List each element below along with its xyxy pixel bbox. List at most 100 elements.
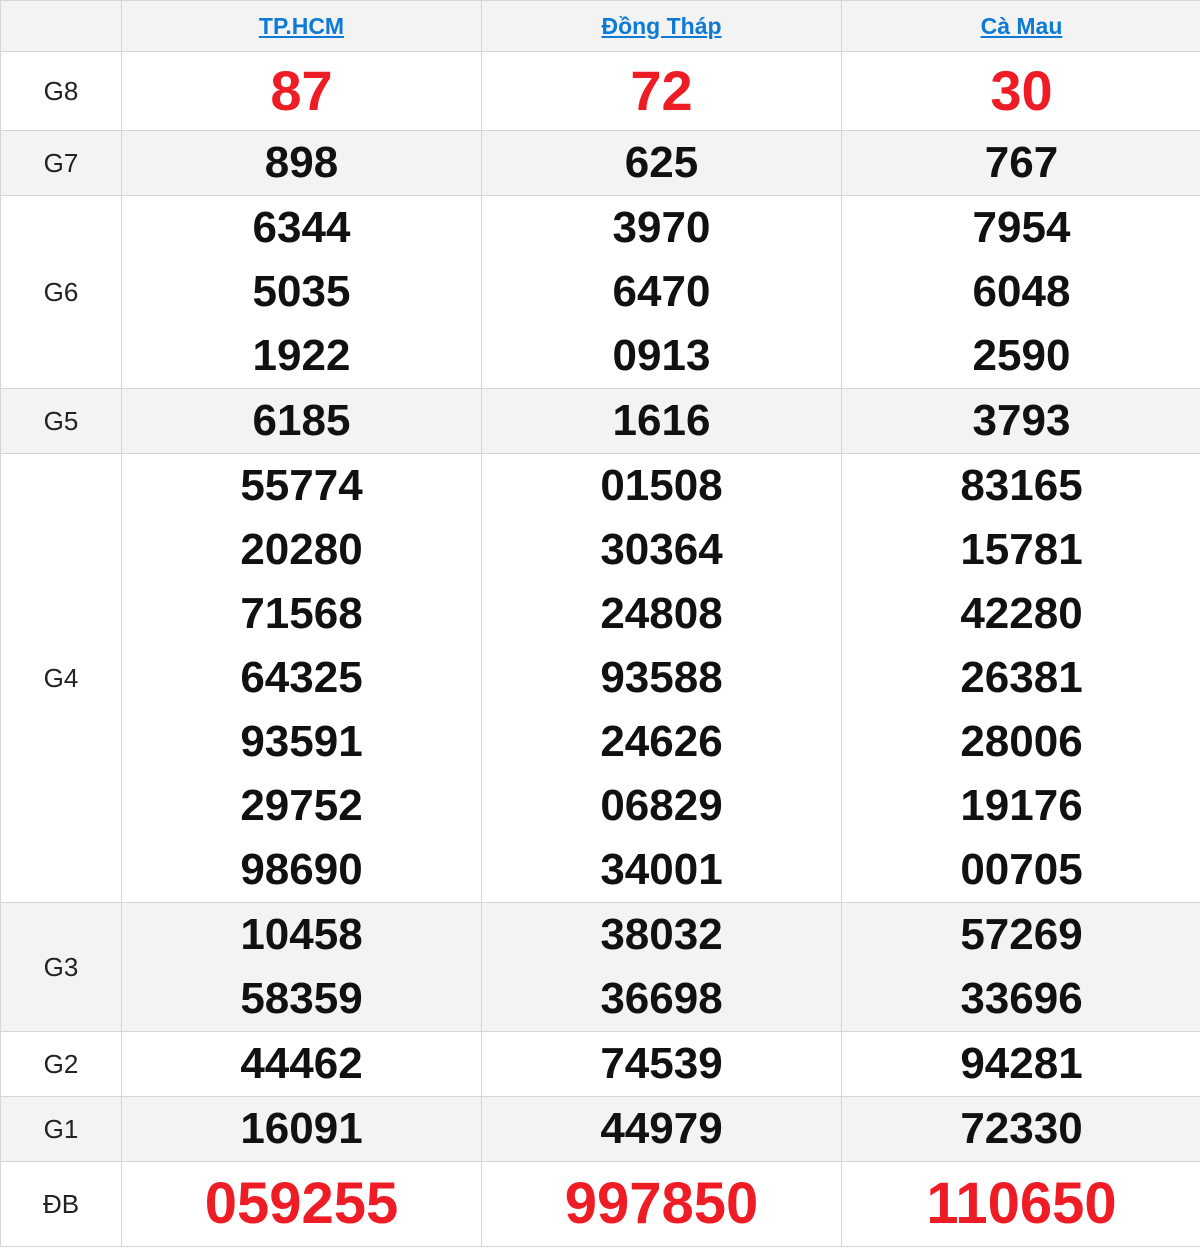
prize-number: 58359: [240, 974, 363, 1023]
prize-number: 74539: [600, 1039, 723, 1088]
prize-number: 1616: [612, 396, 711, 445]
prize-number: 71568: [240, 589, 363, 638]
prize-cell: 3793: [841, 388, 1200, 454]
prize-number: 10458: [240, 910, 363, 959]
prize-number: 93591: [240, 717, 363, 766]
header-blank-cell: [0, 0, 122, 52]
header-row: TP.HCM Đồng Tháp Cà Mau: [0, 0, 1200, 52]
prize-row-g8: G8 87 72 30: [0, 51, 1200, 131]
prize-cell: 1616: [481, 388, 842, 454]
header-province-cell: Đồng Tháp: [481, 0, 842, 52]
prize-number: 33696: [960, 974, 1083, 1023]
prize-number: 6185: [252, 396, 351, 445]
prize-row-g1: G1 16091 44979 72330: [0, 1096, 1200, 1162]
prize-label: ĐB: [0, 1161, 122, 1247]
header-province-cell: Cà Mau: [841, 0, 1200, 52]
province-link-tphcm[interactable]: TP.HCM: [259, 13, 344, 39]
prize-cell: 94281: [841, 1031, 1200, 1097]
prize-cell: 059255: [121, 1161, 482, 1247]
lottery-results-table: TP.HCM Đồng Tháp Cà Mau G8 87 72 30 G7 898 625…: [0, 0, 1200, 1247]
prize-cell: 997850: [481, 1161, 842, 1247]
prize-cell: 625: [481, 130, 842, 196]
prize-number: 6344: [252, 203, 351, 252]
prize-number: 29752: [240, 781, 363, 830]
prize-number: 26381: [960, 653, 1083, 702]
prize-row-đb: ĐB 059255 997850 110650: [0, 1161, 1200, 1247]
prize-number: 30: [990, 59, 1053, 122]
prize-cell: 110650: [841, 1161, 1200, 1247]
prize-number: 98690: [240, 845, 363, 894]
prize-number: 83165: [960, 461, 1083, 510]
prize-number: 767: [984, 138, 1059, 187]
prize-number: 6470: [612, 267, 711, 316]
prize-number: 44979: [600, 1104, 723, 1153]
prize-number: 7954: [972, 203, 1071, 252]
prize-label: G3: [0, 902, 122, 1032]
prize-number: 997850: [564, 1171, 759, 1236]
province-link-ca-mau[interactable]: Cà Mau: [981, 13, 1063, 39]
prize-row-g3: G3 10458 58359 38032 36698 57269 33696: [0, 902, 1200, 1032]
prize-number: 1922: [252, 331, 351, 380]
prize-number: 6048: [972, 267, 1071, 316]
prize-number: 36698: [600, 974, 723, 1023]
prize-label: G2: [0, 1031, 122, 1097]
prize-number: 72330: [960, 1104, 1083, 1153]
prize-number: 38032: [600, 910, 723, 959]
prize-number: 3793: [972, 396, 1071, 445]
prize-cell: 30: [841, 51, 1200, 131]
prize-cell: 72: [481, 51, 842, 131]
prize-cell: 3970 6470 0913: [481, 195, 842, 389]
prize-number: 24626: [600, 717, 723, 766]
prize-number: 93588: [600, 653, 723, 702]
prize-label: G5: [0, 388, 122, 454]
prize-row-g5: G5 6185 1616 3793: [0, 388, 1200, 454]
prize-label: G7: [0, 130, 122, 196]
province-link-dong-thap[interactable]: Đồng Tháp: [601, 13, 721, 39]
prize-number: 5035: [252, 267, 351, 316]
prize-label: G1: [0, 1096, 122, 1162]
prize-number: 24808: [600, 589, 723, 638]
prize-number: 01508: [600, 461, 723, 510]
prize-number: 059255: [204, 1171, 399, 1236]
prize-number: 15781: [960, 525, 1083, 574]
prize-number: 55774: [240, 461, 363, 510]
prize-cell: 44462: [121, 1031, 482, 1097]
prize-cell: 10458 58359: [121, 902, 482, 1032]
prize-number: 625: [624, 138, 699, 187]
prize-cell: 16091: [121, 1096, 482, 1162]
prize-number: 19176: [960, 781, 1083, 830]
prize-cell: 01508 30364 24808 93588 24626 06829 34001: [481, 453, 842, 903]
prize-row-g6: G6 6344 5035 1922 3970 6470 0913 7954 6048 2590: [0, 195, 1200, 389]
prize-number: 3970: [612, 203, 711, 252]
prize-cell: 6185: [121, 388, 482, 454]
prize-number: 57269: [960, 910, 1083, 959]
prize-cell: 7954 6048 2590: [841, 195, 1200, 389]
prize-cell: 767: [841, 130, 1200, 196]
prize-cell: 83165 15781 42280 26381 28006 19176 00705: [841, 453, 1200, 903]
prize-cell: 87: [121, 51, 482, 131]
prize-number: 64325: [240, 653, 363, 702]
prize-cell: 44979: [481, 1096, 842, 1162]
prize-number: 898: [264, 138, 339, 187]
prize-number: 44462: [240, 1039, 363, 1088]
prize-cell: 38032 36698: [481, 902, 842, 1032]
prize-number: 72: [630, 59, 693, 122]
prize-cell: 55774 20280 71568 64325 93591 29752 98690: [121, 453, 482, 903]
prize-cell: 57269 33696: [841, 902, 1200, 1032]
prize-label: G4: [0, 453, 122, 903]
prize-number: 30364: [600, 525, 723, 574]
prize-label: G6: [0, 195, 122, 389]
prize-number: 94281: [960, 1039, 1083, 1088]
prize-number: 16091: [240, 1104, 363, 1153]
prize-number: 00705: [960, 845, 1083, 894]
prize-number: 2590: [972, 331, 1071, 380]
prize-cell: 898: [121, 130, 482, 196]
prize-cell: 72330: [841, 1096, 1200, 1162]
header-province-cell: TP.HCM: [121, 0, 482, 52]
prize-number: 0913: [612, 331, 711, 380]
prize-row-g4: G4 55774 20280 71568 64325 93591 29752 98690 015…: [0, 453, 1200, 903]
prize-number: 87: [270, 59, 333, 122]
prize-number: 06829: [600, 781, 723, 830]
prize-number: 20280: [240, 525, 363, 574]
prize-number: 34001: [600, 845, 723, 894]
